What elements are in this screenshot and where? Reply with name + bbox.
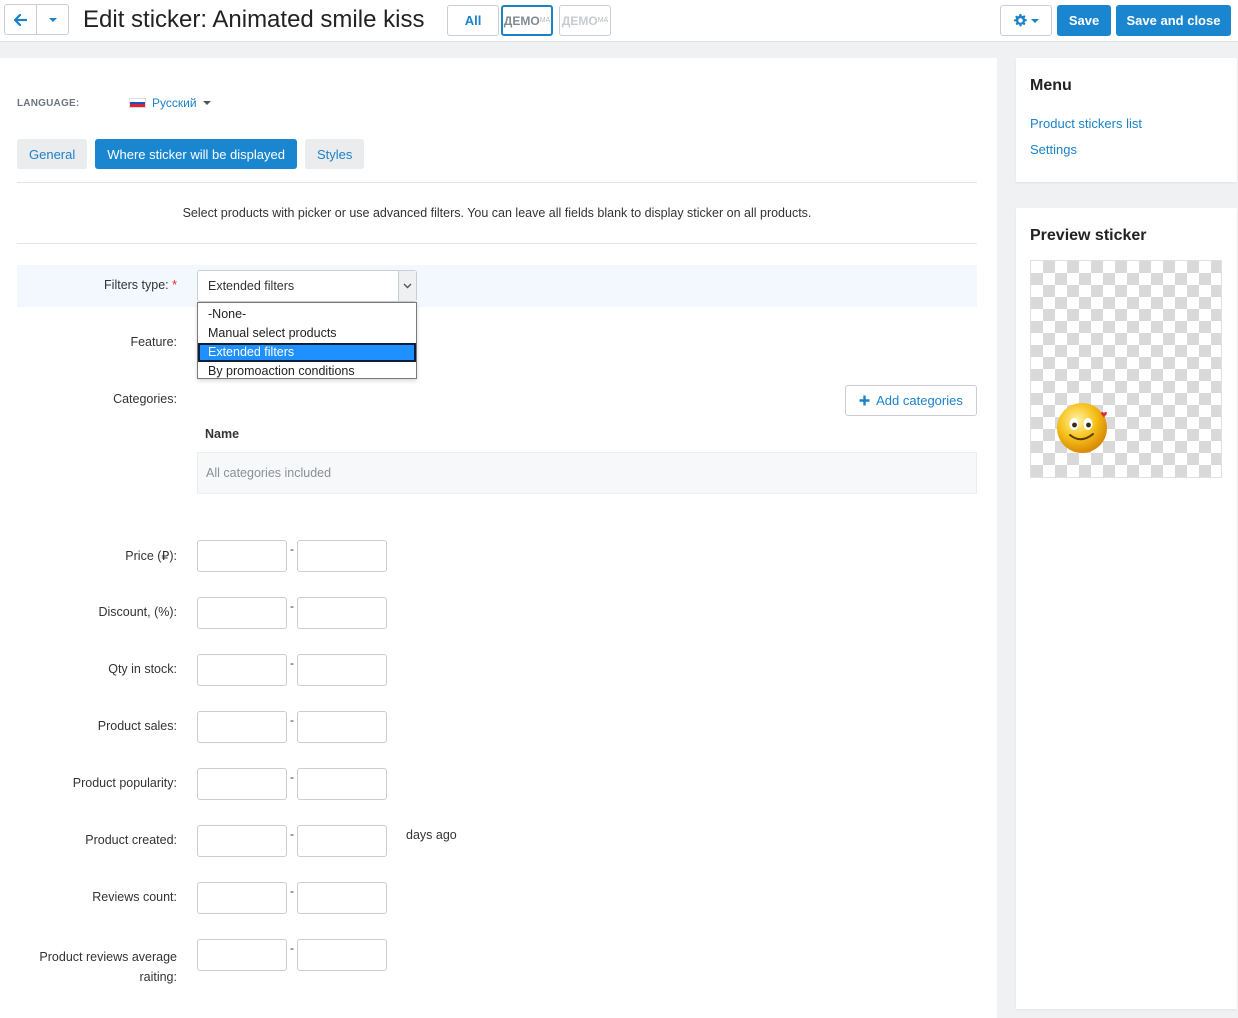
caret-down-icon <box>202 101 211 105</box>
back-button[interactable] <box>5 5 36 34</box>
preview-title: Preview sticker <box>1030 227 1147 244</box>
caret-down-icon <box>1030 18 1039 23</box>
settings-dropdown-button[interactable] <box>1000 5 1052 36</box>
discount-to-input[interactable] <box>297 597 387 629</box>
popularity-to-input[interactable] <box>297 768 387 800</box>
filters-type-label-text: Filters type: <box>104 278 169 292</box>
help-notice: Select products with picker or use advan… <box>182 206 812 220</box>
filters-type-label: Filters type: * <box>17 278 177 292</box>
page-title: Edit sticker: Animated smile kiss <box>83 6 425 33</box>
store-logo-suffix: МА <box>539 17 551 24</box>
reviews-count-to-input[interactable] <box>297 882 387 914</box>
qty-label: Qty in stock: <box>108 662 177 676</box>
sidebar-link-stickers-list[interactable]: Product stickers list <box>1030 116 1142 131</box>
categories-column-name: Name <box>205 427 240 441</box>
discount-label: Discount, (%): <box>98 605 178 619</box>
top-bar: Edit sticker: Animated smile kiss All ДЕ… <box>0 0 1238 42</box>
tabs: General Where sticker will be displayed … <box>17 139 365 169</box>
range-separator: - <box>290 827 294 841</box>
language-value: Русский <box>152 96 197 110</box>
main-panel: LANGUAGE: Русский General Where sticker … <box>0 58 997 1018</box>
store-logo-text: ДЕМО <box>561 13 598 28</box>
tab-styles[interactable]: Styles <box>304 139 365 169</box>
divider <box>17 243 977 244</box>
categories-label: Categories: <box>113 392 177 406</box>
caret-down-icon <box>48 17 57 22</box>
select-arrow <box>398 271 416 301</box>
menu-title: Menu <box>1030 77 1072 94</box>
option-promoaction[interactable]: By promoaction conditions <box>198 362 416 381</box>
qty-to-input[interactable] <box>297 654 387 686</box>
reviews-rating-label: Product reviews average raiting: <box>39 950 177 984</box>
feature-label: Feature: <box>130 335 177 349</box>
popularity-from-input[interactable] <box>197 768 287 800</box>
chevron-down-icon <box>403 283 412 289</box>
reviews-rating-to-input[interactable] <box>297 939 387 971</box>
price-from-input[interactable] <box>197 540 287 572</box>
created-from-input[interactable] <box>197 825 287 857</box>
store-logo-button[interactable]: ДЕМО МА <box>559 5 611 36</box>
created-label: Product created: <box>85 833 177 847</box>
add-categories-label: Add categories <box>876 393 963 408</box>
filters-type-select[interactable]: Extended filters <box>197 270 417 302</box>
store-logo-text: ДЕМО <box>503 13 540 28</box>
price-label: Price (₽): <box>125 549 177 563</box>
reviews-count-label: Reviews count: <box>92 890 177 904</box>
filters-type-dropdown: -None- Manual select products Extended f… <box>197 302 417 379</box>
qty-from-input[interactable] <box>197 654 287 686</box>
sidebar-menu-card: Menu Product stickers list Settings <box>1016 58 1237 182</box>
language-label: LANGUAGE: <box>17 98 80 109</box>
save-and-close-button[interactable]: Save and close <box>1116 5 1231 36</box>
created-to-input[interactable] <box>297 825 387 857</box>
days-ago-suffix: days ago <box>406 828 457 842</box>
sidebar-link-settings[interactable]: Settings <box>1030 142 1077 157</box>
smile-kiss-sticker-icon <box>1057 403 1107 453</box>
store-logo-suffix: МА <box>597 17 609 24</box>
arrow-left-icon <box>14 13 27 26</box>
nav-button-group <box>4 4 69 35</box>
divider <box>17 182 977 183</box>
range-separator: - <box>290 542 294 556</box>
history-dropdown-button[interactable] <box>36 5 68 34</box>
filters-type-value: Extended filters <box>208 279 295 293</box>
option-manual-select[interactable]: Manual select products <box>198 324 416 343</box>
discount-from-input[interactable] <box>197 597 287 629</box>
range-separator: - <box>290 770 294 784</box>
reviews-rating-from-input[interactable] <box>197 939 287 971</box>
range-separator: - <box>290 713 294 727</box>
range-separator: - <box>290 941 294 955</box>
tab-where-displayed[interactable]: Where sticker will be displayed <box>95 139 297 169</box>
popularity-label: Product popularity: <box>72 776 177 790</box>
tab-general[interactable]: General <box>17 139 88 169</box>
store-all-button[interactable]: All <box>447 5 499 36</box>
option-extended-filters[interactable]: Extended filters <box>198 343 416 362</box>
price-to-input[interactable] <box>297 540 387 572</box>
sales-to-input[interactable] <box>297 711 387 743</box>
reviews-count-from-input[interactable] <box>197 882 287 914</box>
range-separator: - <box>290 599 294 613</box>
gear-icon <box>1013 14 1027 27</box>
save-button[interactable]: Save <box>1057 5 1111 36</box>
sidebar-preview-card: Preview sticker <box>1016 208 1237 1009</box>
add-categories-button[interactable]: Add categories <box>845 385 977 416</box>
range-separator: - <box>290 656 294 670</box>
russia-flag-icon <box>129 98 146 108</box>
store-logo-button-active[interactable]: ДЕМО МА <box>501 5 553 36</box>
plus-icon <box>859 395 870 406</box>
range-separator: - <box>290 884 294 898</box>
sales-from-input[interactable] <box>197 711 287 743</box>
language-selector[interactable]: Русский <box>129 96 211 110</box>
sales-label: Product sales: <box>97 719 177 733</box>
sticker-preview <box>1030 260 1222 478</box>
required-mark: * <box>172 278 177 292</box>
categories-empty-row: All categories included <box>197 452 977 494</box>
option-none[interactable]: -None- <box>198 305 416 324</box>
